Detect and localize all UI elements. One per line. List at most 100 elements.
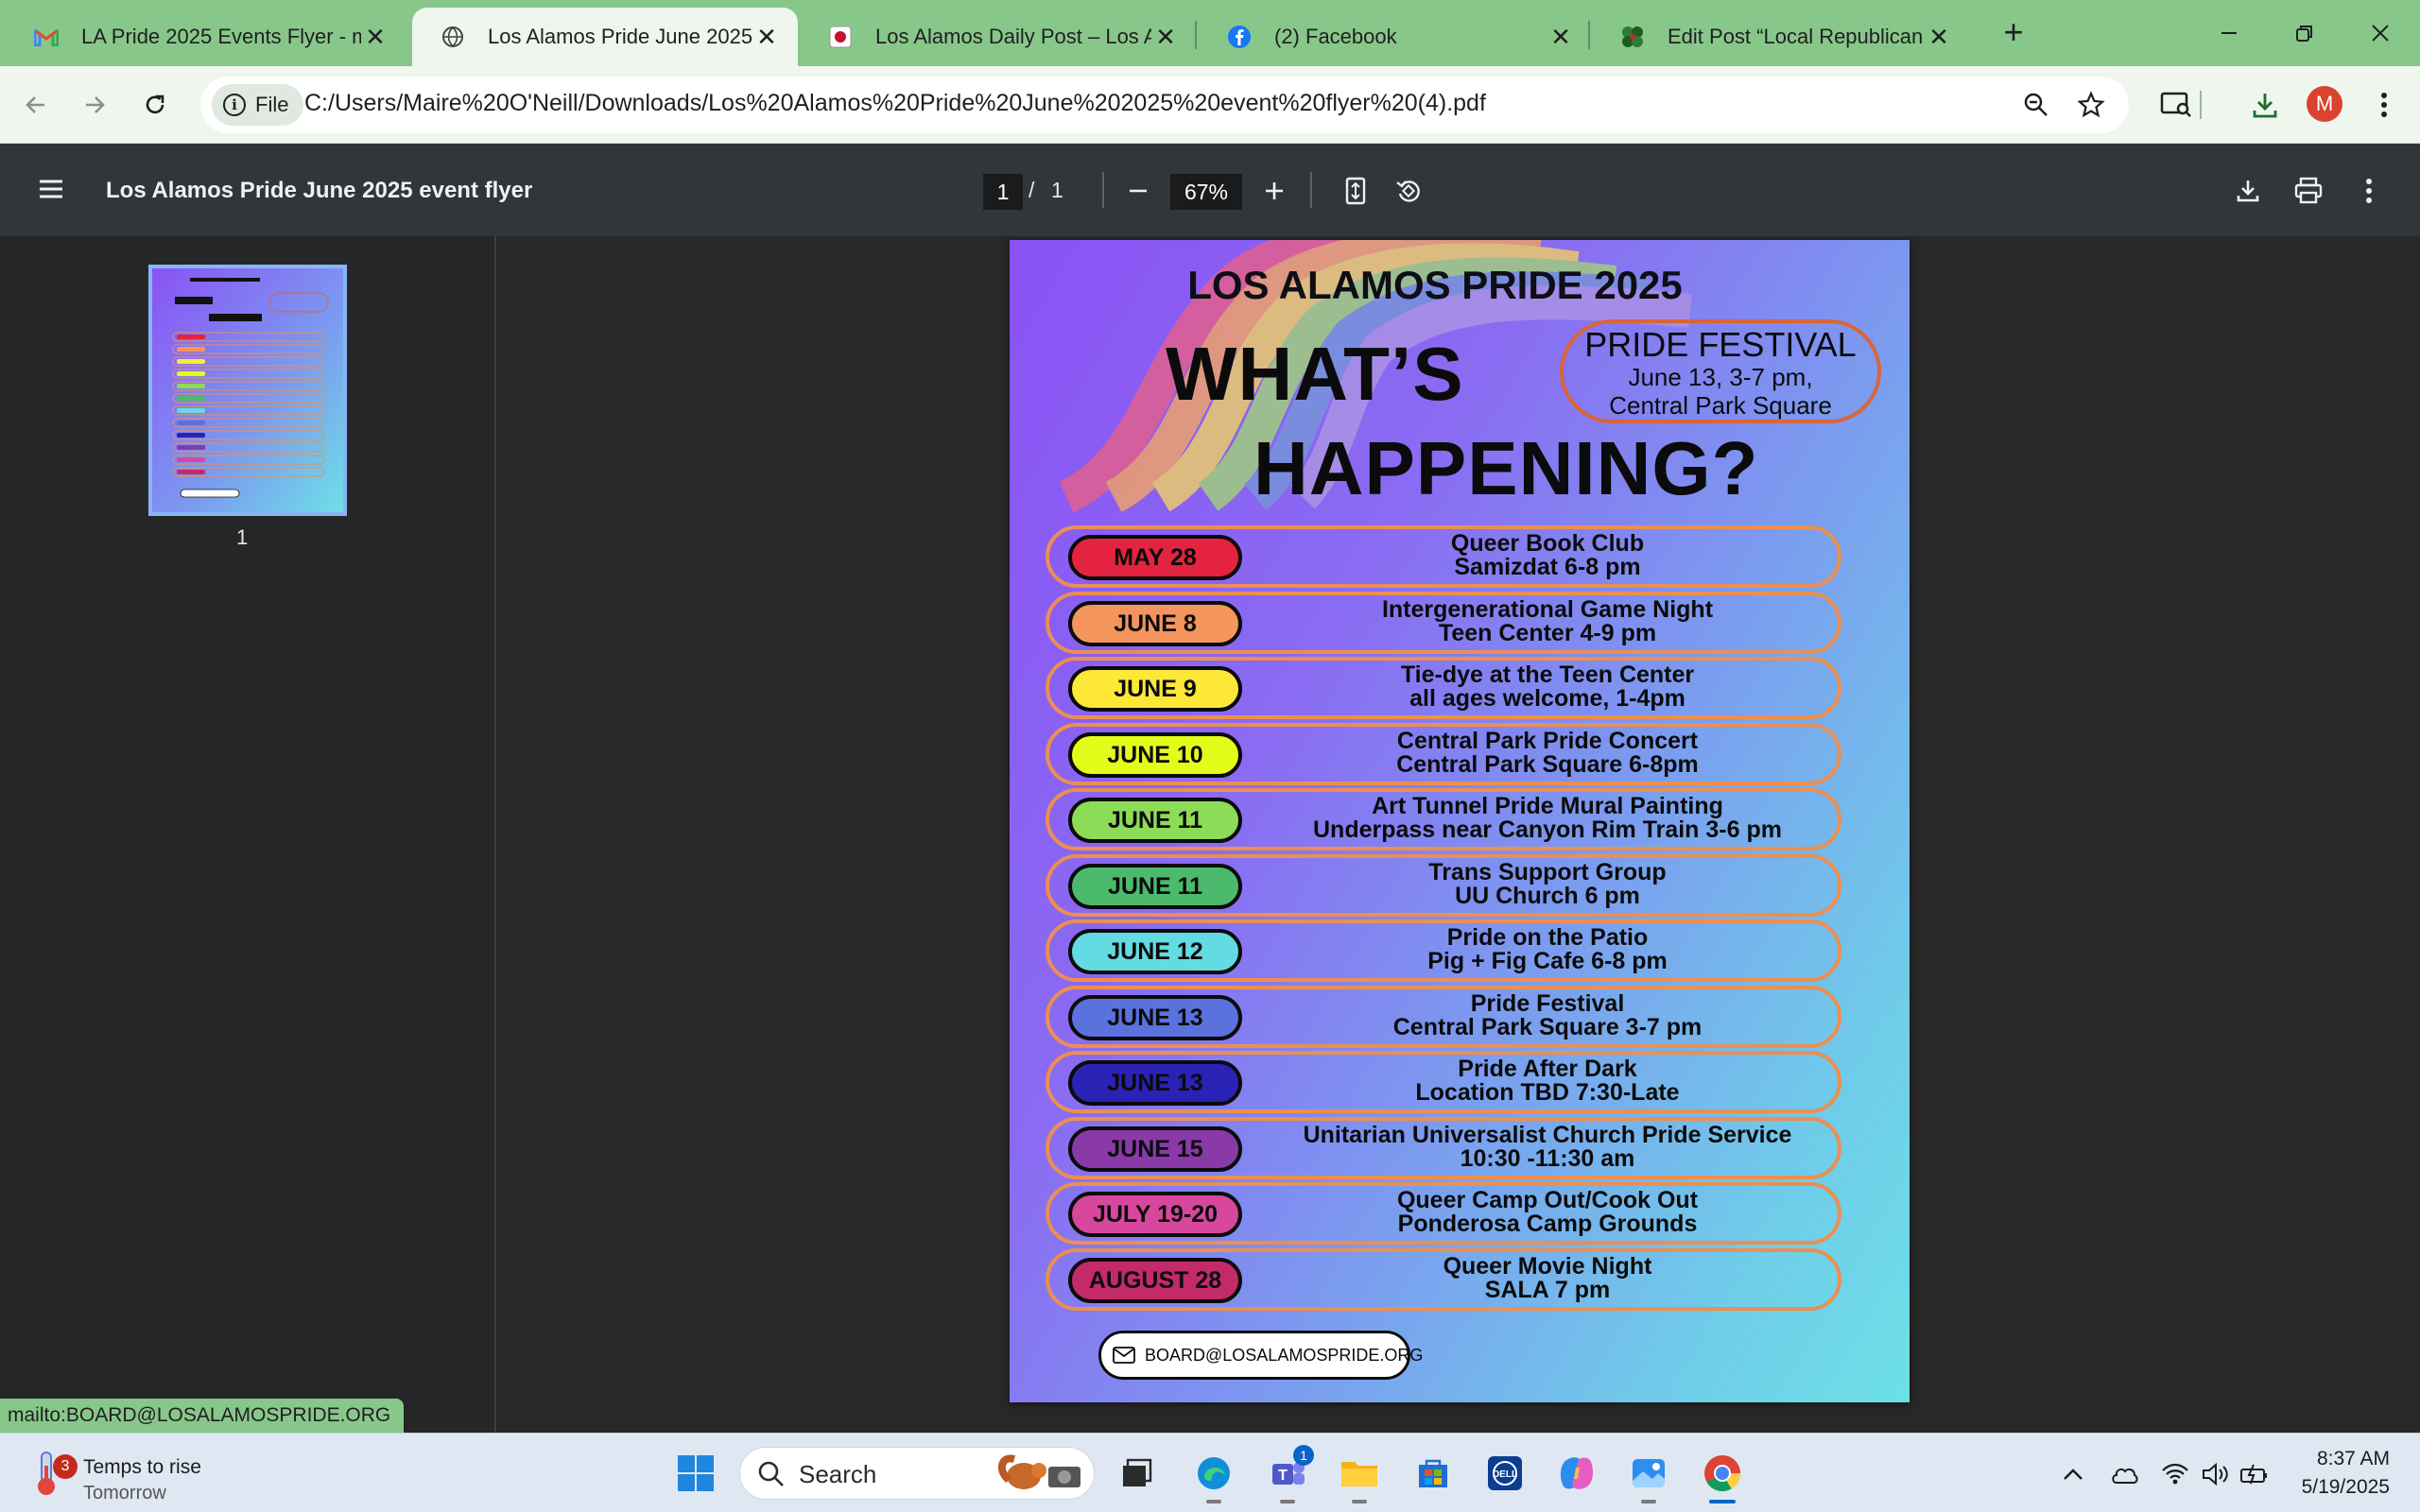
email-link[interactable]: BOARD@LOSALAMOSPRIDE.ORG — [1098, 1331, 1423, 1380]
folder-icon — [1341, 1462, 1377, 1486]
show-hidden-icons-button[interactable] — [2057, 1458, 2089, 1490]
wifi-icon — [2162, 1463, 2188, 1485]
reload-button[interactable] — [134, 84, 176, 126]
event-detail: UU Church 6 pm — [1455, 882, 1640, 909]
wordpress-clover-icon — [1620, 25, 1645, 49]
tab-close-icon[interactable]: ✕ — [1151, 23, 1180, 52]
event-row: JUNE 10 Central Park Pride Concert Central… — [1046, 722, 1841, 785]
pdf-more-options-icon[interactable] — [2348, 170, 2390, 212]
search-label: Search — [799, 1460, 877, 1488]
tab-close-icon[interactable]: ✕ — [752, 23, 781, 52]
taskbar-search[interactable]: Search — [739, 1447, 1095, 1500]
taskbar-dell[interactable]: DELL — [1478, 1447, 1531, 1500]
tab-pdf-flyer[interactable]: Los Alamos Pride June 2025 eve ✕ — [412, 8, 798, 66]
event-row: JULY 19-20 Queer Camp Out/Cook Out Pondero… — [1046, 1182, 1841, 1245]
event-detail: SALA 7 pm — [1484, 1276, 1611, 1303]
event-description: Queer Book Club Samizdat 6-8 pm — [1267, 532, 1828, 579]
event-date-pill: JUNE 15 — [1068, 1125, 1242, 1172]
tab-gmail[interactable]: LA Pride 2025 Events Flyer - ma ✕ — [6, 8, 406, 66]
back-button[interactable] — [15, 84, 57, 126]
taskbar-photos[interactable] — [1622, 1447, 1675, 1503]
zoom-in-button[interactable] — [1253, 170, 1295, 212]
taskbar-teams[interactable]: T 1 — [1261, 1445, 1314, 1503]
close-icon — [2372, 25, 2389, 42]
zoom-out-button[interactable] — [1117, 170, 1159, 212]
page-number-input[interactable]: 1 — [983, 174, 1023, 210]
event-date-pill: JUNE 13 — [1068, 994, 1242, 1040]
taskbar-store[interactable] — [1407, 1447, 1460, 1500]
forward-button[interactable] — [74, 84, 115, 126]
windows-logo-icon — [678, 1455, 714, 1491]
fit-page-button[interactable] — [1335, 170, 1376, 212]
page-thumbnail[interactable] — [148, 265, 347, 516]
profile-avatar[interactable]: M — [2307, 86, 2342, 122]
teams-badge: 1 — [1293, 1445, 1314, 1466]
event-row: JUNE 15 Unitarian Universalist Church Pri… — [1046, 1116, 1841, 1179]
tab-close-icon[interactable]: ✕ — [1925, 23, 1953, 52]
tab-close-icon[interactable]: ✕ — [1547, 23, 1575, 52]
browser-toolbar: i File C:/Users/Maire%20O'Neill/Download… — [0, 66, 2420, 144]
email-address: BOARD@LOSALAMOSPRIDE.ORG — [1145, 1345, 1424, 1365]
system-clock[interactable]: 8:37 AM 5/19/2025 — [2302, 1445, 2390, 1502]
event-detail: Location TBD 7:30-Late — [1415, 1079, 1680, 1106]
downloads-icon[interactable] — [2244, 84, 2286, 126]
download-icon — [2237, 180, 2259, 202]
chrome-icon — [1704, 1455, 1740, 1492]
edge-browser-icon — [1198, 1457, 1230, 1489]
event-row: JUNE 12 Pride on the Patio Pig + Fig Cafe … — [1046, 919, 1841, 982]
event-row: JUNE 13 Pride Festival Central Park Square… — [1046, 985, 1841, 1048]
tab-facebook[interactable]: (2) Facebook ✕ — [1199, 8, 1592, 66]
tab-edit-post[interactable]: Edit Post “Local Republican Wo ✕ — [1592, 8, 1970, 66]
wifi-tray-icon[interactable] — [2159, 1458, 2191, 1490]
tab-daily-post[interactable]: Los Alamos Daily Post – Los Ala ✕ — [800, 8, 1197, 66]
tab-separator — [1195, 21, 1197, 49]
zoom-icon[interactable] — [2019, 88, 2053, 122]
event-detail: Ponderosa Camp Grounds — [1397, 1211, 1698, 1237]
taskbar-copilot[interactable] — [1550, 1447, 1603, 1500]
onedrive-tray-icon[interactable] — [2108, 1458, 2140, 1490]
globe-icon — [441, 25, 465, 49]
restore-button[interactable] — [2276, 9, 2333, 57]
event-description: Art Tunnel Pride Mural Painting Underpass… — [1267, 795, 1828, 842]
print-button[interactable] — [2288, 170, 2329, 212]
weather-widget[interactable]: 3 Temps to rise Tomorrow — [28, 1443, 236, 1503]
event-detail: Central Park Square 3-7 pm — [1392, 1013, 1703, 1040]
google-lens-icon[interactable] — [2155, 84, 2197, 126]
taskbar-chrome[interactable] — [1696, 1447, 1749, 1503]
tab-title: LA Pride 2025 Events Flyer - ma — [81, 25, 361, 48]
start-button[interactable] — [669, 1447, 722, 1500]
battery-tray-icon[interactable] — [2238, 1458, 2271, 1490]
url-text[interactable]: C:/Users/Maire%20O'Neill/Downloads/Los%2… — [304, 90, 1486, 117]
event-date-pill: JUNE 8 — [1068, 600, 1242, 646]
taskbar-edge[interactable] — [1187, 1447, 1240, 1503]
download-pdf-button[interactable] — [2227, 170, 2269, 212]
event-row: JUNE 13 Pride After Dark Location TBD 7:30… — [1046, 1051, 1841, 1113]
browser-menu-icon[interactable] — [2363, 84, 2405, 126]
event-detail: Teen Center 4-9 pm — [1438, 619, 1657, 646]
close-window-button[interactable] — [2352, 9, 2409, 57]
plus-icon — [1266, 182, 1283, 199]
festival-title: PRIDE FESTIVAL — [1584, 325, 1857, 364]
volume-tray-icon[interactable] — [2199, 1458, 2231, 1490]
site-info-chip[interactable]: i File — [212, 84, 304, 126]
zoom-level-input[interactable]: 67% — [1170, 174, 1242, 210]
svg-text:DELL: DELL — [1493, 1469, 1517, 1480]
address-bar[interactable]: i File C:/Users/Maire%20O'Neill/Download… — [200, 77, 2129, 133]
event-title: Intergenerational Game Night — [1381, 595, 1714, 623]
new-tab-button[interactable]: + — [1995, 13, 2032, 51]
event-row: MAY 28 Queer Book Club Samizdat 6-8 pm — [1046, 525, 1841, 588]
flyer-kicker: LOS ALAMOS PRIDE 2025 — [1187, 263, 1683, 307]
bookmark-star-icon[interactable] — [2074, 88, 2108, 122]
event-date-pill: JUNE 9 — [1068, 666, 1242, 712]
toolbar-divider — [1310, 172, 1312, 208]
event-row: JUNE 11 Art Tunnel Pride Mural Painting Un… — [1046, 788, 1841, 850]
sidebar-menu-icon[interactable] — [34, 172, 72, 210]
tab-close-icon[interactable]: ✕ — [361, 23, 389, 52]
clock-date: 5/19/2025 — [2301, 1476, 2390, 1498]
info-icon: i — [223, 94, 246, 116]
minimize-button[interactable] — [2201, 9, 2257, 57]
taskbar-file-explorer[interactable] — [1333, 1447, 1386, 1503]
rotate-button[interactable] — [1388, 170, 1429, 212]
task-view-button[interactable] — [1110, 1447, 1163, 1500]
event-description: Tie-dye at the Teen Center all ages welco… — [1267, 663, 1828, 711]
